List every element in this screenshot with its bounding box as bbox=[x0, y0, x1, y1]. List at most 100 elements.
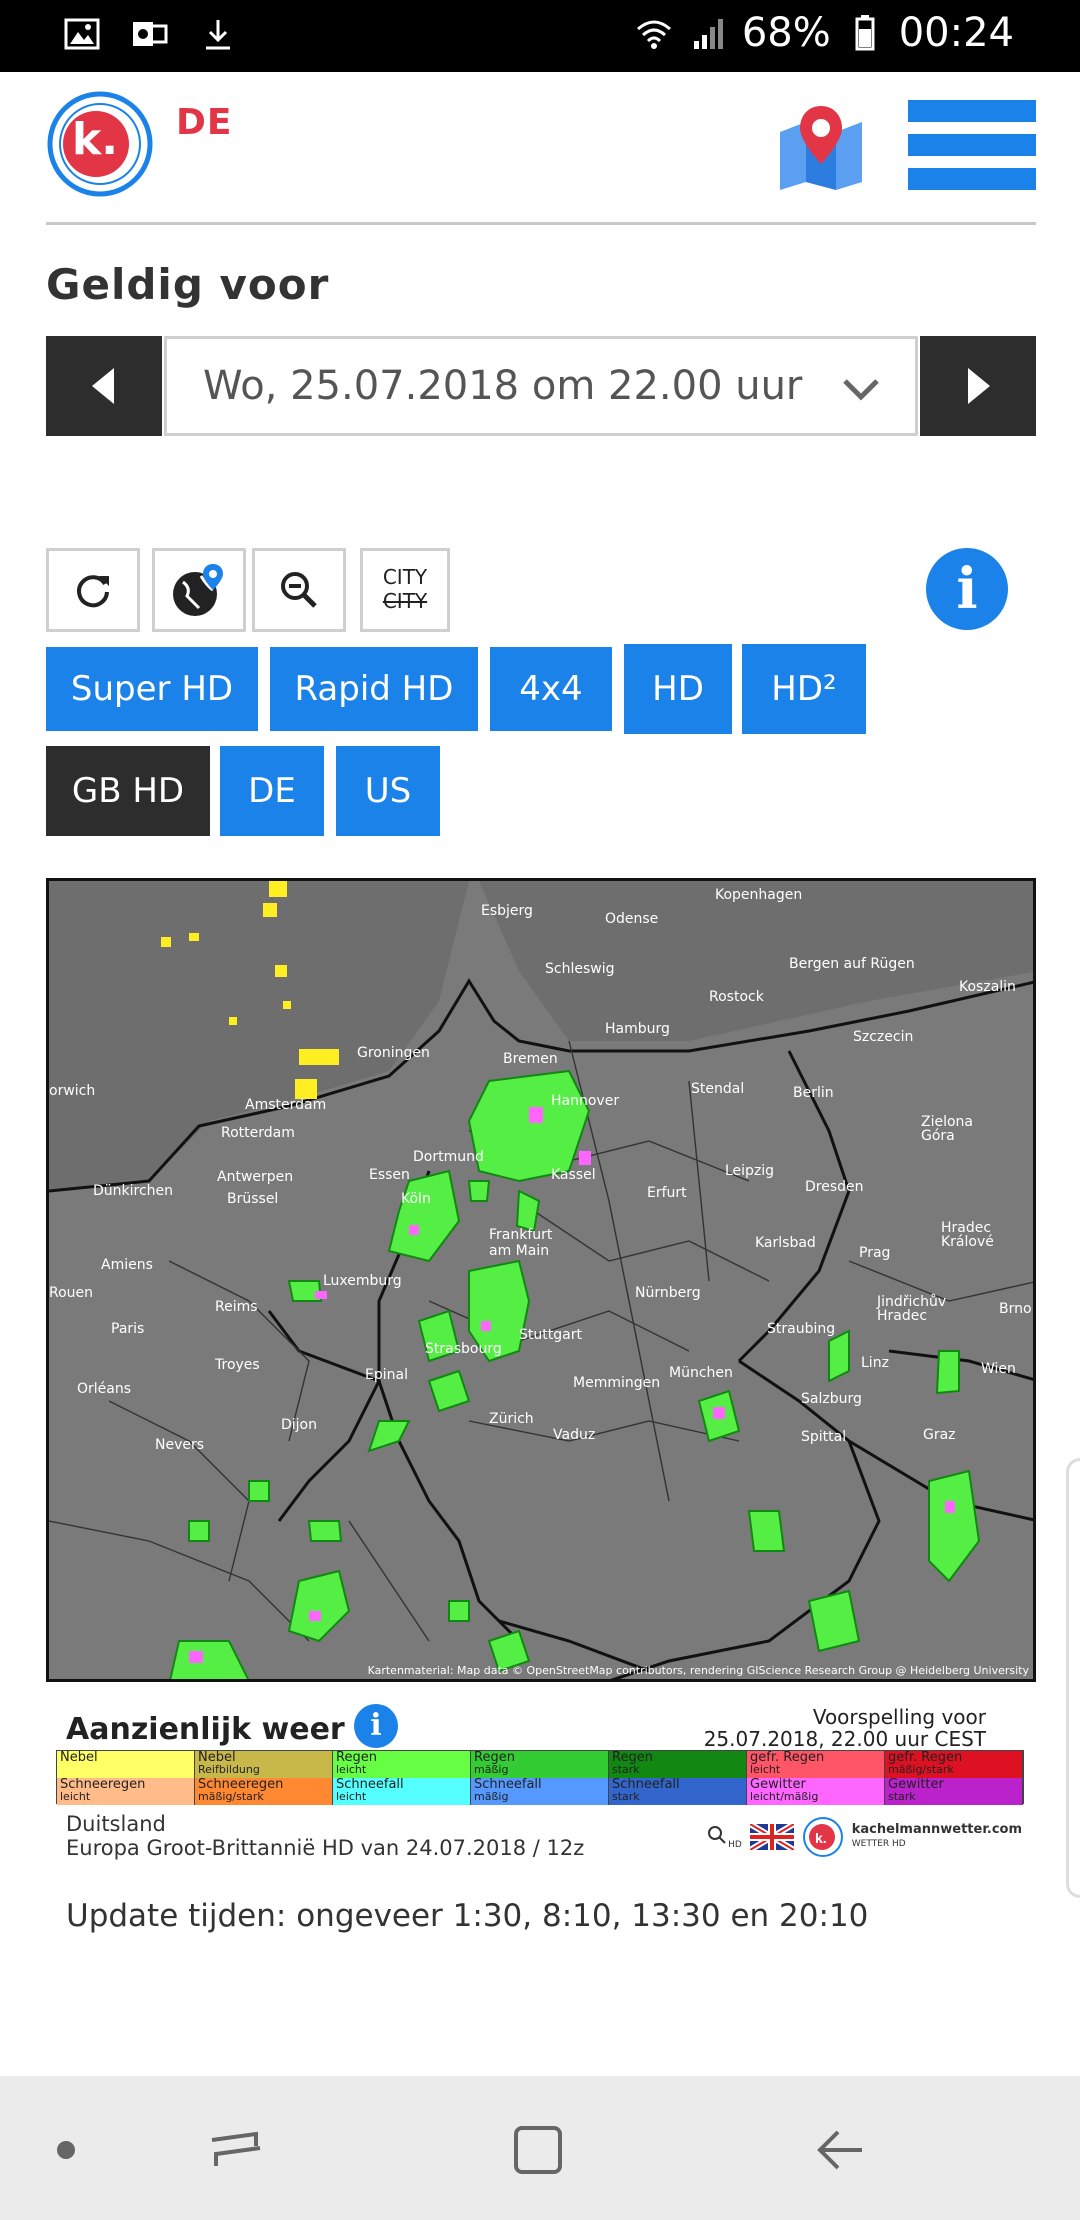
legend-cell: Schneefall stark bbox=[609, 1778, 747, 1805]
legend-cell: Nebel bbox=[57, 1751, 195, 1778]
city-label: Kassel bbox=[551, 1167, 596, 1183]
city-label: Straubing bbox=[767, 1321, 836, 1337]
legend-cell: Gewitter stark bbox=[885, 1778, 1023, 1805]
model-4x4[interactable]: 4x4 bbox=[490, 647, 612, 731]
city-label: Nevers bbox=[155, 1437, 205, 1453]
city-label: CITY bbox=[382, 565, 428, 589]
city-label: Antwerpen bbox=[217, 1169, 294, 1185]
country-label: DE bbox=[176, 102, 233, 143]
battery-icon bbox=[855, 15, 875, 51]
nav-dot-icon[interactable] bbox=[36, 2120, 96, 2180]
zoom-out-button[interactable] bbox=[252, 548, 346, 632]
forecast-validity: Voorspelling voor 25.07.2018, 22.00 uur … bbox=[704, 1706, 986, 1750]
date-dropdown[interactable]: Wo, 25.07.2018 om 22.00 uur bbox=[164, 336, 918, 436]
city-label: Bergen auf Rügen bbox=[789, 956, 915, 972]
city-label: Hamburg bbox=[605, 1021, 670, 1037]
city-label: Stendal bbox=[691, 1081, 745, 1097]
city-label: Stuttgart bbox=[519, 1327, 582, 1343]
map-graphic bbox=[49, 881, 1033, 1679]
date-selector: Wo, 25.07.2018 om 22.00 uur bbox=[46, 336, 1036, 436]
brand-name: kachelmannwetter.com bbox=[851, 1822, 1022, 1837]
legend-cell: Regen stark bbox=[609, 1751, 747, 1778]
model-hd2[interactable]: HD² bbox=[742, 644, 866, 734]
logo-letter: k. bbox=[72, 114, 118, 165]
brand-footer: HD k. kachelmannwetter.com WETTER HD bbox=[706, 1816, 1022, 1858]
battery-percent: 68% bbox=[741, 10, 831, 56]
recent-apps-icon[interactable] bbox=[206, 2120, 266, 2180]
previous-date-button[interactable] bbox=[46, 336, 162, 436]
city-label: Rostock bbox=[709, 989, 764, 1005]
wifi-icon bbox=[636, 20, 671, 49]
city-label: Graz bbox=[923, 1427, 956, 1443]
refresh-button[interactable] bbox=[46, 548, 140, 632]
scroll-handle[interactable] bbox=[1066, 1458, 1080, 1898]
forecast-line-1: Voorspelling voor bbox=[812, 1705, 986, 1729]
city-label: Luxemburg bbox=[323, 1273, 402, 1289]
city-label: Berlin bbox=[793, 1085, 834, 1101]
update-times: Update tijden: ongeveer 1:30, 8:10, 13:3… bbox=[66, 1898, 869, 1934]
model-super-hd[interactable]: Super HD bbox=[46, 647, 258, 731]
city-label: Salzburg bbox=[801, 1391, 862, 1407]
info-button[interactable]: i bbox=[926, 548, 1008, 630]
region-de[interactable]: DE bbox=[220, 746, 324, 836]
city-label: Dortmund bbox=[413, 1149, 484, 1165]
legend-cell: Gewitter leicht/mäßig bbox=[747, 1778, 885, 1805]
kachelmann-small-logo: k. bbox=[802, 1817, 843, 1857]
legend-info-icon[interactable]: i bbox=[354, 1704, 398, 1748]
legend-cell: Nebel Reifbildung bbox=[195, 1751, 333, 1778]
city-label: Rotterdam bbox=[221, 1125, 295, 1141]
home-icon[interactable] bbox=[508, 2120, 568, 2180]
city-label: Schleswig bbox=[545, 961, 615, 977]
city-label: Hannover bbox=[551, 1093, 620, 1109]
legend-cell: Regen mäßig bbox=[471, 1751, 609, 1778]
city-label: Brno bbox=[999, 1301, 1032, 1317]
legend-cell: Regen leicht bbox=[333, 1751, 471, 1778]
radar-map[interactable]: Kopenhagen Esbjerg Odense Schleswig Berg… bbox=[46, 878, 1036, 1682]
outlook-icon bbox=[133, 22, 168, 46]
valid-for-title: Geldig voor bbox=[46, 260, 330, 309]
magnifier-hd-icon bbox=[708, 1826, 726, 1844]
legend-cell: Schneeregen leicht bbox=[57, 1778, 195, 1805]
city-label: Zürich bbox=[489, 1411, 534, 1427]
legend-cell: Schneeregen mäßig/stark bbox=[195, 1778, 333, 1805]
city-label: Troyes bbox=[215, 1357, 260, 1373]
model-hd[interactable]: HD bbox=[624, 644, 732, 734]
map-pin-icon[interactable] bbox=[778, 102, 864, 190]
forecast-line-2: 25.07.2018, 22.00 uur CEST bbox=[703, 1727, 986, 1751]
city-label: Nürnberg bbox=[635, 1285, 701, 1301]
city-label: Reims bbox=[215, 1299, 258, 1315]
city-label: Kopenhagen bbox=[715, 887, 803, 903]
city-toggle-button[interactable]: CITY CITY bbox=[360, 548, 450, 632]
hamburger-menu-icon[interactable] bbox=[908, 100, 1036, 190]
legend-cell: Schneefall mäßig bbox=[471, 1778, 609, 1805]
hd-tag: HD bbox=[728, 1840, 742, 1850]
next-date-button[interactable] bbox=[920, 336, 1036, 436]
zoom-out-icon bbox=[281, 572, 317, 608]
city-label: Rouen bbox=[49, 1285, 94, 1301]
weather-legend: Aanzienlijk weer i Voorspelling voor 25.… bbox=[46, 1690, 1036, 1870]
download-icon bbox=[206, 20, 230, 50]
city-label: Wien bbox=[981, 1361, 1016, 1377]
globe-location-button[interactable] bbox=[152, 548, 246, 632]
legend-cell: Schneefall leicht bbox=[333, 1778, 471, 1805]
city-label: Zielona Góra bbox=[921, 1114, 974, 1144]
city-label: orwich bbox=[49, 1083, 96, 1099]
city-label: Paris bbox=[111, 1321, 145, 1337]
status-bar: 68% 00:24 bbox=[0, 0, 1080, 72]
model-rapid-hd[interactable]: Rapid HD bbox=[270, 647, 478, 731]
chevron-down-icon bbox=[843, 379, 879, 401]
city-label: Karlsbad bbox=[755, 1235, 816, 1251]
selected-date: Wo, 25.07.2018 om 22.00 uur bbox=[203, 363, 803, 409]
city-label: Amsterdam bbox=[245, 1097, 327, 1113]
refresh-icon bbox=[77, 575, 109, 608]
city-label: Dresden bbox=[805, 1179, 864, 1195]
region-info: Duitsland Europa Groot-Brittannië HD van… bbox=[66, 1812, 584, 1860]
city-label: Prag bbox=[859, 1245, 891, 1261]
back-icon[interactable] bbox=[810, 2120, 870, 2180]
city-label: Leipzig bbox=[725, 1163, 775, 1179]
android-nav-bar bbox=[0, 2076, 1080, 2220]
city-label: Dijon bbox=[281, 1417, 317, 1433]
region-gb-hd[interactable]: GB HD bbox=[46, 746, 210, 836]
clock: 00:24 bbox=[898, 10, 1014, 56]
region-us[interactable]: US bbox=[336, 746, 440, 836]
